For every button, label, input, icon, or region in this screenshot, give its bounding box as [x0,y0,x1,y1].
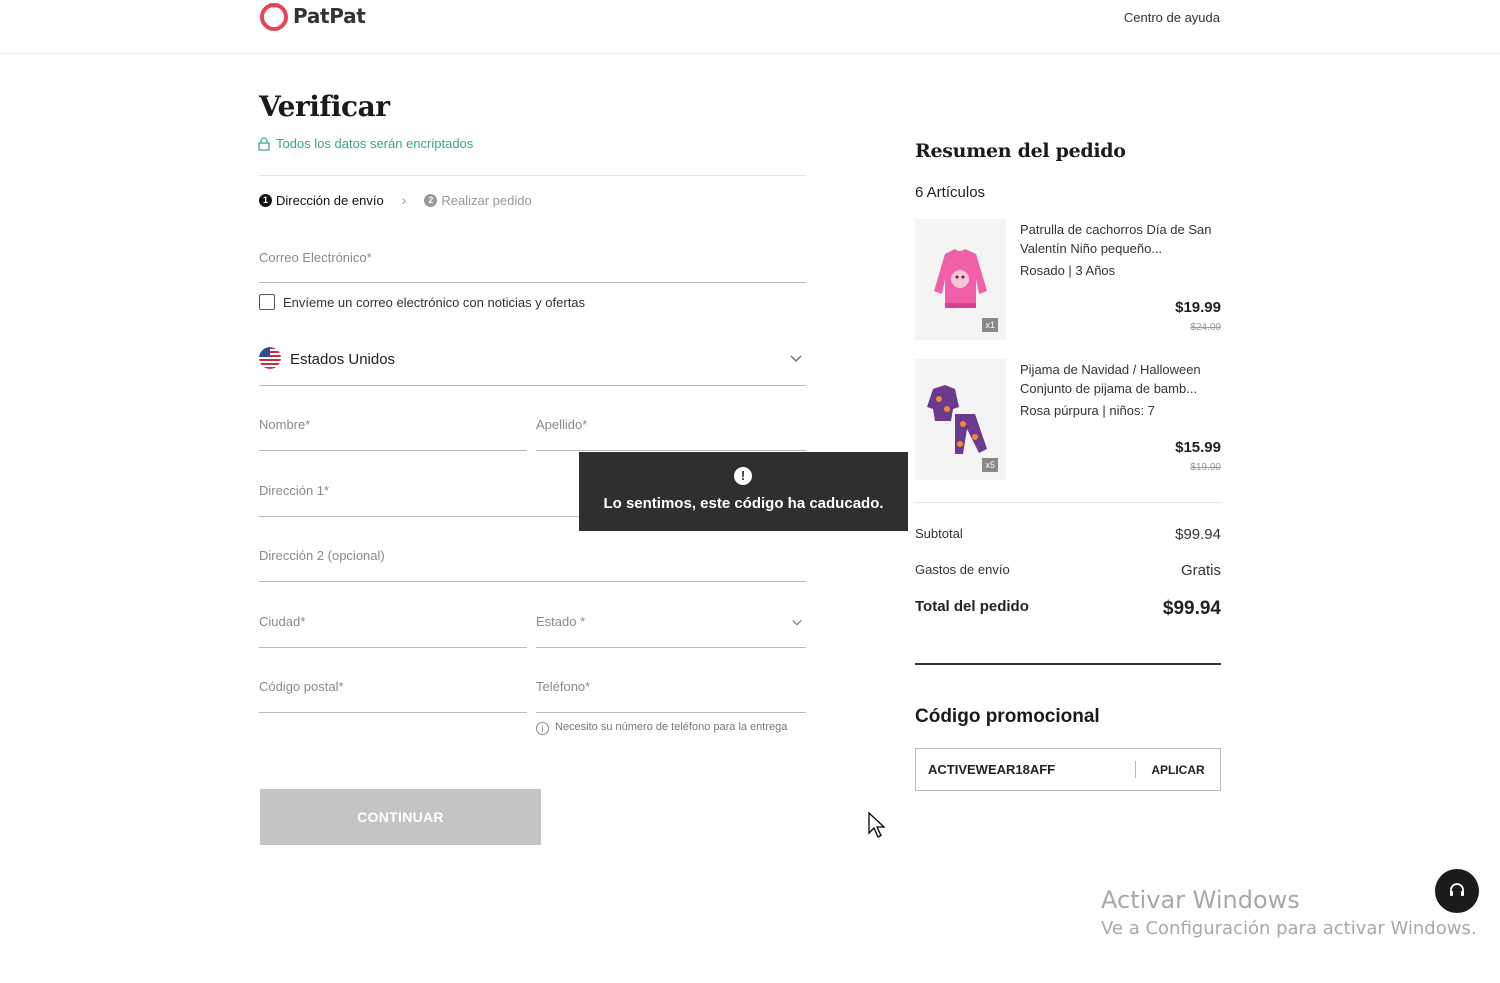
secure-note: Todos los datos serán encriptados [258,136,473,151]
step-label: Realizar pedido [441,192,532,208]
product-original-price: $24.00 [1190,322,1221,333]
product-variant: Rosa púrpura | niños: 7 [1020,403,1155,418]
order-item: x5 Pijama de Navidad / Halloween Conjunt… [915,359,1221,481]
secure-note-text: Todos los datos serán encriptados [276,136,474,151]
city-placeholder: Ciudad* [259,614,306,629]
watermark-subtitle: Ve a Configuración para activar Windows. [1101,918,1477,939]
step-number-1: 1 [259,193,272,207]
state-placeholder: Estado * [536,614,586,629]
product-name[interactable]: Pijama de Navidad / Halloween Conjunto d… [1020,360,1220,398]
logo-text: PatPat [293,4,366,28]
quantity-badge: x5 [982,458,998,472]
step-number-2: 2 [424,193,438,207]
newsletter-checkbox[interactable] [259,294,275,310]
shipping-row: Gastos de envío Gratis [915,562,1221,579]
continue-button[interactable]: CONTINUAR [260,789,541,845]
info-icon: i [536,722,549,735]
phone-note-text: Necesito su número de teléfono para la e… [555,721,788,733]
quantity-badge: x1 [982,318,998,332]
product-price: $15.99 [1175,439,1221,456]
total-label: Total del pedido [915,598,1029,615]
subtotal-value: $99.94 [1175,526,1221,543]
shipping-value: Gratis [1180,562,1221,579]
total-row: Total del pedido $99.94 [915,598,1221,620]
windows-activation-watermark: Activar Windows Ve a Configuración para … [1101,886,1477,939]
subtotal-label: Subtotal [915,526,963,541]
checkout-steps: 1 Dirección de envío › 2 Realizar pedido [259,192,532,208]
headset-icon [1450,883,1464,896]
support-chat-button[interactable] [1435,869,1479,913]
total-value: $99.94 [1162,598,1221,619]
apply-promo-button[interactable]: APLICAR [1136,763,1220,777]
phone-placeholder: Teléfono* [536,679,591,694]
toast-message: Lo sentimos, este código ha caducado. [603,495,884,512]
email-placeholder: Correo Electrónico* [259,250,372,265]
product-original-price: $19.00 [1190,462,1221,473]
postal-code-field[interactable]: Código postal* [259,670,527,713]
items-count: 6 Artículos [915,184,986,201]
address1-placeholder: Dirección 1* [259,483,330,498]
page-title: Verificar [259,90,390,123]
promo-title: Código promocional [915,706,1100,727]
first-name-placeholder: Nombre* [259,417,311,432]
site-header: PatPat Centro de ayuda [0,0,1500,54]
step-place-order[interactable]: 2 Realizar pedido [424,192,532,208]
product-price: $19.99 [1175,299,1221,316]
alert-icon: ! [734,467,752,485]
product-name[interactable]: Patrulla de cachorros Día de San Valentí… [1020,220,1220,258]
watermark-title: Activar Windows [1101,886,1300,914]
first-name-field[interactable]: Nombre* [259,408,527,451]
error-toast: ! Lo sentimos, este código ha caducado. [579,452,908,531]
phone-field[interactable]: Teléfono* [536,670,806,713]
order-item: x1 Patrulla de cachorros Día de San Vale… [915,219,1221,341]
state-select[interactable]: Estado * [536,605,806,648]
product-image[interactable]: x5 [915,359,1006,480]
divider [915,663,1221,665]
promo-code-input[interactable] [916,749,1135,790]
country-select[interactable]: Estados Unidos [259,340,806,386]
order-summary-title: Resumen del pedido [915,140,1126,162]
help-center-link[interactable]: Centro de ayuda [1124,10,1220,25]
step-shipping-address[interactable]: 1 Dirección de envío [259,193,384,208]
step-label: Dirección de envío [276,192,384,208]
shipping-label: Gastos de envío [915,562,1010,577]
last-name-field[interactable]: Apellido* [536,408,806,451]
address2-field[interactable]: Dirección 2 (opcional) [259,539,806,582]
last-name-placeholder: Apellido* [536,417,588,432]
chevron-right-icon: › [401,192,407,208]
email-field[interactable]: Correo Electrónico* [259,240,806,283]
country-name: Estados Unidos [290,351,396,368]
postal-code-placeholder: Código postal* [259,679,344,694]
lock-icon [258,136,270,151]
divider [915,502,1221,503]
product-image[interactable]: x1 [915,219,1006,340]
chevron-down-icon [792,620,802,626]
city-field[interactable]: Ciudad* [259,605,527,648]
newsletter-option: Envíeme un correo electrónico con notici… [259,294,585,310]
patpat-logo[interactable]: PatPat [259,1,366,31]
address2-placeholder: Dirección 2 (opcional) [259,548,385,563]
newsletter-label: Envíeme un correo electrónico con notici… [283,294,586,310]
divider [259,175,806,176]
subtotal-row: Subtotal $99.94 [915,526,1221,543]
mouse-cursor-icon [868,811,886,838]
phone-note: i Necesito su número de teléfono para la… [536,720,796,735]
patpat-logo-icon [260,2,288,31]
promo-code-form: APLICAR [915,748,1221,791]
us-flag-icon [259,347,281,369]
chevron-down-icon [790,355,802,362]
product-variant: Rosado | 3 Años [1020,263,1116,278]
